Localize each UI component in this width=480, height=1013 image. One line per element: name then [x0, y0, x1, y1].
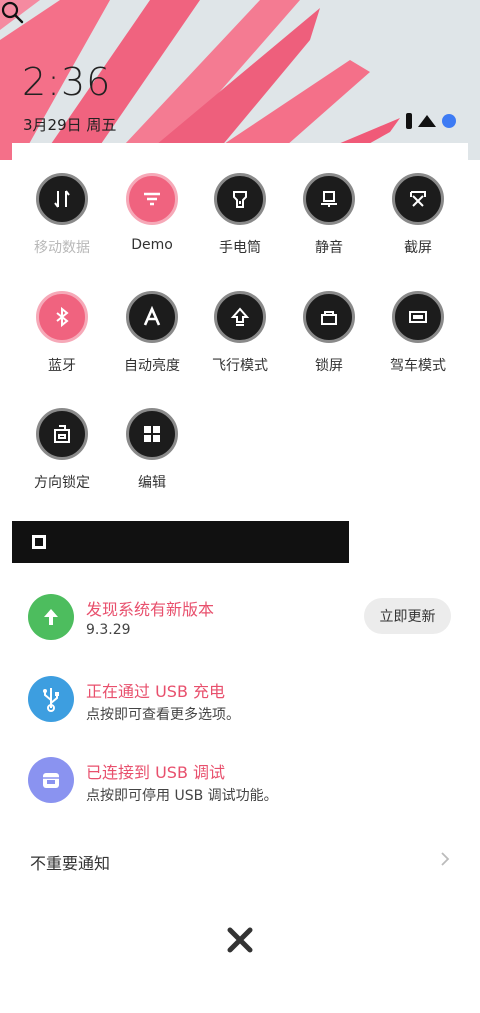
notification-dot-icon	[442, 114, 456, 128]
tile-airplane[interactable]: 飞行模式	[195, 291, 285, 375]
search-icon[interactable]	[0, 0, 24, 24]
quick-settings-panel: 移动数据 Demo 手电筒 静音 截屏 蓝牙 自动亮度 飞行模式 锁屏 驾车模式…	[12, 143, 468, 523]
close-icon[interactable]	[226, 926, 254, 954]
notification-usb-debugging[interactable]: 已连接到 USB 调试 点按即可停用 USB 调试功能。	[28, 757, 458, 807]
tile-label: 静音	[315, 240, 343, 256]
unimportant-notifications-link[interactable]: 不重要通知	[30, 850, 110, 874]
tile-mute[interactable]: 静音	[284, 173, 374, 257]
tile-label: 自动亮度	[124, 358, 180, 374]
tile-flashlight[interactable]: 手电筒	[195, 173, 285, 257]
tile-demo[interactable]: Demo	[107, 173, 197, 253]
chevron-right-icon[interactable]	[438, 851, 452, 867]
arrow-up-icon	[28, 594, 74, 640]
tile-mobile-data[interactable]: 移动数据	[17, 173, 107, 257]
tile-label: 手电筒	[219, 240, 261, 256]
debug-icon	[28, 757, 74, 803]
signal-icon	[418, 115, 436, 127]
notification-text: 9.3.29	[86, 622, 131, 638]
tile-label: 截屏	[404, 240, 432, 256]
tile-label: 飞行模式	[212, 358, 268, 374]
bluetooth-icon	[36, 291, 88, 343]
notification-title: 发现系统有新版本	[86, 600, 215, 619]
flashlight-icon	[214, 173, 266, 225]
airplane-icon	[214, 291, 266, 343]
tile-label: 蓝牙	[48, 358, 76, 374]
tile-label: 锁屏	[315, 358, 343, 374]
tile-lock-screen[interactable]: 锁屏	[284, 291, 374, 375]
rotation-lock-icon	[36, 408, 88, 460]
screenshot-icon	[392, 173, 444, 225]
grid-icon	[126, 408, 178, 460]
tile-driving-mode[interactable]: 驾车模式	[373, 291, 463, 375]
usb-icon	[28, 676, 74, 722]
update-now-button[interactable]: 立即更新	[364, 598, 451, 634]
tile-edit[interactable]: 编辑	[107, 408, 197, 492]
wallpaper-header: 2:36 3月29日 周五	[0, 0, 480, 160]
notification-usb-charging[interactable]: 正在通过 USB 充电 点按即可查看更多选项。	[28, 676, 458, 726]
notification-text: 点按即可停用 USB 调试功能。	[86, 788, 278, 804]
date: 3月29日 周五	[23, 116, 117, 134]
tile-label: Demo	[131, 237, 173, 253]
tile-screenshot[interactable]: 截屏	[373, 173, 463, 257]
mute-icon	[303, 173, 355, 225]
lock-icon	[303, 291, 355, 343]
tile-rotation-lock[interactable]: 方向锁定	[17, 408, 107, 492]
status-icons	[406, 113, 456, 129]
tile-label: 编辑	[138, 475, 166, 491]
tile-bluetooth[interactable]: 蓝牙	[17, 291, 107, 375]
battery-icon	[406, 113, 412, 129]
tile-label: 移动数据	[34, 240, 90, 256]
notification-title: 已连接到 USB 调试	[86, 763, 226, 782]
tile-label: 驾车模式	[390, 358, 446, 374]
auto-brightness-icon	[126, 291, 178, 343]
media-bar[interactable]	[12, 521, 349, 563]
swap-vertical-icon	[36, 173, 88, 225]
tile-auto-brightness[interactable]: 自动亮度	[107, 291, 197, 375]
stop-icon[interactable]	[32, 535, 46, 549]
clock: 2:36	[22, 60, 112, 104]
filter-icon	[126, 173, 178, 225]
car-icon	[392, 291, 444, 343]
notification-title: 正在通过 USB 充电	[86, 682, 226, 701]
notification-text: 点按即可查看更多选项。	[86, 707, 240, 723]
tile-label: 方向锁定	[34, 475, 90, 491]
